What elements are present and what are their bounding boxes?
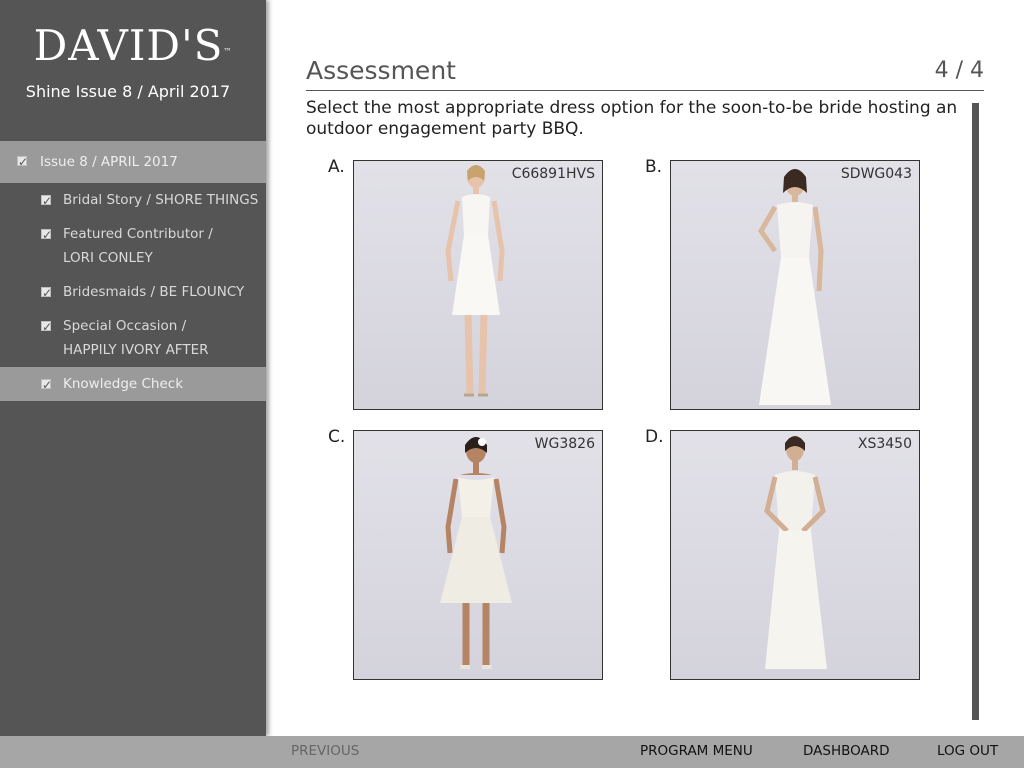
- bottom-nav-bar: PREVIOUS PROGRAM MENU DASHBOARD LOG OUT: [0, 736, 1024, 768]
- sidebar-nav: Issue 8 / APRIL 2017 Bridal Story / SHOR…: [0, 141, 266, 401]
- sidebar-item-label: Special Occasion /: [63, 318, 187, 334]
- option-b-code: SDWG043: [840, 166, 912, 182]
- page-title: Assessment: [306, 56, 456, 85]
- option-d-code: XS3450: [857, 436, 912, 452]
- issue-subtitle: Shine Issue 8 / April 2017: [25, 82, 231, 101]
- checkbox-icon: [41, 189, 52, 213]
- dress-strapless-lace-figure: [440, 437, 512, 669]
- option-a-code: C66891HVS: [511, 166, 595, 182]
- logout-button[interactable]: LOG OUT: [937, 743, 998, 759]
- sidebar-item-knowledge-check[interactable]: Knowledge Check: [0, 367, 266, 401]
- previous-button[interactable]: PREVIOUS: [291, 743, 359, 759]
- checkbox-icon: [41, 223, 52, 247]
- sidebar-item-label: Featured Contributor /: [63, 226, 213, 242]
- sidebar-item-bridal-story[interactable]: Bridal Story / SHORE THINGS: [0, 183, 266, 217]
- sidebar-item-label: Knowledge Check: [63, 376, 184, 392]
- dress-short-halter-figure: [445, 165, 505, 397]
- option-c-image[interactable]: WG3826: [353, 430, 603, 680]
- dress-cap-sleeve-gown-figure: [764, 436, 827, 669]
- checkbox-icon: [17, 150, 28, 174]
- brand-header: DAVID'S™ Shine Issue 8 / April 2017: [0, 0, 266, 140]
- option-a-image[interactable]: C66891HVS: [353, 160, 603, 410]
- question-text: Select the most appropriate dress option…: [306, 98, 958, 139]
- sidebar-item-label: Bridal Story / SHORE THINGS: [63, 192, 259, 208]
- sidebar: DAVID'S™ Shine Issue 8 / April 2017 Issu…: [0, 0, 266, 736]
- sidebar-item-special-occasion[interactable]: Special Occasion / HAPPILY IVORY AFTER: [0, 309, 266, 367]
- checkbox-icon: [41, 281, 52, 305]
- sidebar-item-label-line2: HAPPILY IVORY AFTER: [63, 342, 209, 358]
- option-a-letter: A.: [328, 157, 345, 177]
- sidebar-item-label: Issue 8 / APRIL 2017: [40, 154, 178, 170]
- scrollbar[interactable]: [972, 103, 979, 720]
- option-c-code: WG3826: [534, 436, 595, 452]
- title-divider: [306, 90, 984, 91]
- question-counter: 4 / 4: [934, 58, 984, 83]
- assessment-panel: Assessment 4 / 4 Select the most appropr…: [306, 0, 986, 736]
- option-b-image[interactable]: SDWG043: [670, 160, 920, 410]
- sidebar-item-featured-contributor[interactable]: Featured Contributor / LORI CONLEY: [0, 217, 266, 275]
- davids-logo: DAVID'S™: [33, 21, 233, 70]
- dashboard-button[interactable]: DASHBOARD: [803, 743, 890, 759]
- sidebar-item-label: Bridesmaids / BE FLOUNCY: [63, 284, 245, 300]
- checkbox-icon: [41, 315, 52, 339]
- option-d-image[interactable]: XS3450: [670, 430, 920, 680]
- option-b-letter: B.: [645, 157, 663, 177]
- sidebar-item-bridesmaids[interactable]: Bridesmaids / BE FLOUNCY: [0, 275, 266, 309]
- option-c-letter: C.: [328, 427, 346, 447]
- sidebar-item-label-line2: LORI CONLEY: [63, 250, 153, 266]
- sidebar-item-issue[interactable]: Issue 8 / APRIL 2017: [0, 141, 266, 183]
- program-menu-button[interactable]: PROGRAM MENU: [640, 743, 753, 759]
- checkbox-icon: [41, 373, 52, 397]
- option-d-letter: D.: [645, 427, 664, 447]
- dress-long-gown-figure: [758, 169, 831, 405]
